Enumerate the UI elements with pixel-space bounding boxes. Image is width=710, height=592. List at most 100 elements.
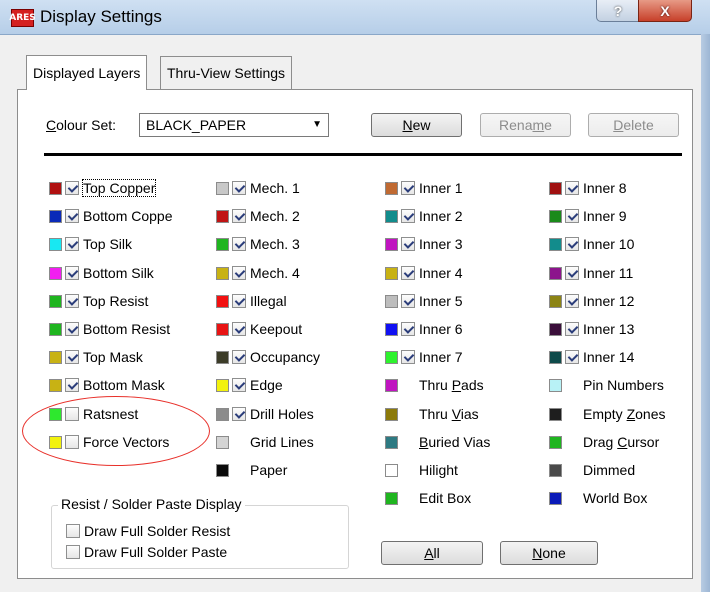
layer-visibility-checkbox[interactable] [232, 181, 246, 195]
tab-displayed-layers[interactable]: Displayed Layers [26, 55, 148, 90]
layer-row-mech-3[interactable]: Mech. 3 [216, 234, 300, 254]
colour-swatch[interactable] [385, 350, 398, 364]
colour-swatch[interactable] [385, 294, 398, 308]
layer-visibility-checkbox[interactable] [232, 378, 246, 392]
new-button[interactable]: New [371, 113, 462, 137]
colour-swatch[interactable] [216, 237, 229, 251]
layer-row-inner-9[interactable]: Inner 9 [549, 206, 627, 226]
layer-visibility-checkbox[interactable] [65, 266, 79, 280]
colour-swatch[interactable] [385, 209, 398, 223]
layer-row-inner-11[interactable]: Inner 11 [549, 263, 633, 283]
colour-swatch[interactable] [549, 378, 562, 392]
colour-swatch[interactable] [549, 491, 562, 505]
layer-row-inner-1[interactable]: Inner 1 [385, 178, 463, 198]
layer-row-world-box[interactable]: World Box [549, 488, 647, 508]
layer-visibility-checkbox[interactable] [401, 209, 415, 223]
layer-row-bottom-resist[interactable]: Bottom Resist [49, 319, 170, 339]
layer-row-drag-cursor[interactable]: Drag Cursor [549, 432, 659, 452]
layer-row-top-resist[interactable]: Top Resist [49, 291, 148, 311]
colour-swatch[interactable] [549, 322, 562, 336]
layer-row-inner-6[interactable]: Inner 6 [385, 319, 463, 339]
colour-swatch[interactable] [549, 237, 562, 251]
layer-visibility-checkbox[interactable] [401, 266, 415, 280]
colour-swatch[interactable] [216, 209, 229, 223]
layer-row-keepout[interactable]: Keepout [216, 319, 302, 339]
colour-swatch[interactable] [49, 294, 62, 308]
layer-visibility-checkbox[interactable] [65, 237, 79, 251]
layer-row-bottom-mask[interactable]: Bottom Mask [49, 375, 165, 395]
colour-swatch[interactable] [49, 237, 62, 251]
colour-swatch[interactable] [216, 435, 229, 449]
colour-swatch[interactable] [385, 266, 398, 280]
colour-swatch[interactable] [549, 435, 562, 449]
layer-row-occupancy[interactable]: Occupancy [216, 347, 320, 367]
layer-row-mech-2[interactable]: Mech. 2 [216, 206, 300, 226]
colour-swatch[interactable] [549, 181, 562, 195]
colour-swatch[interactable] [549, 407, 562, 421]
layer-row-empty-zones[interactable]: Empty Zones [549, 404, 666, 424]
layer-visibility-checkbox[interactable] [401, 322, 415, 336]
colour-swatch[interactable] [385, 237, 398, 251]
layer-row-pin-numbers[interactable]: Pin Numbers [549, 375, 664, 395]
layer-visibility-checkbox[interactable] [65, 322, 79, 336]
layer-row-inner-10[interactable]: Inner 10 [549, 234, 634, 254]
close-button[interactable]: X [638, 0, 692, 22]
colour-swatch[interactable] [216, 266, 229, 280]
layer-visibility-checkbox[interactable] [401, 294, 415, 308]
layer-row-inner-2[interactable]: Inner 2 [385, 206, 463, 226]
colour-swatch[interactable] [49, 378, 62, 392]
layer-visibility-checkbox[interactable] [565, 266, 579, 280]
layer-row-inner-8[interactable]: Inner 8 [549, 178, 627, 198]
title-bar[interactable]: ARES Display Settings ? X [0, 0, 710, 35]
colour-swatch[interactable] [216, 407, 229, 421]
layer-visibility-checkbox[interactable] [65, 209, 79, 223]
layer-visibility-checkbox[interactable] [401, 181, 415, 195]
layer-visibility-checkbox[interactable] [65, 181, 79, 195]
layer-visibility-checkbox[interactable] [65, 378, 79, 392]
draw-full-solder-paste-option[interactable]: Draw Full Solder Paste [66, 542, 227, 562]
colour-swatch[interactable] [385, 322, 398, 336]
layer-row-dimmed[interactable]: Dimmed [549, 460, 635, 480]
layer-visibility-checkbox[interactable] [232, 322, 246, 336]
colour-swatch[interactable] [49, 350, 62, 364]
layer-visibility-checkbox[interactable] [401, 237, 415, 251]
colour-swatch[interactable] [216, 294, 229, 308]
layer-row-inner-13[interactable]: Inner 13 [549, 319, 634, 339]
all-button[interactable]: All [381, 541, 483, 565]
layer-row-hilight[interactable]: Hilight [385, 460, 458, 480]
colour-swatch[interactable] [216, 181, 229, 195]
layer-visibility-checkbox[interactable] [565, 294, 579, 308]
layer-visibility-checkbox[interactable] [232, 209, 246, 223]
draw-full-solder-resist-checkbox[interactable] [66, 524, 80, 538]
delete-button[interactable]: Delete [588, 113, 679, 137]
layer-visibility-checkbox[interactable] [232, 294, 246, 308]
layer-row-thru-vias[interactable]: Thru Vias [385, 404, 479, 424]
layer-visibility-checkbox[interactable] [232, 407, 246, 421]
layer-visibility-checkbox[interactable] [565, 181, 579, 195]
layer-visibility-checkbox[interactable] [232, 266, 246, 280]
colour-swatch[interactable] [216, 378, 229, 392]
colour-swatch[interactable] [549, 209, 562, 223]
layer-row-bottom-silk[interactable]: Bottom Silk [49, 263, 154, 283]
layer-row-inner-12[interactable]: Inner 12 [549, 291, 634, 311]
colour-swatch[interactable] [216, 463, 229, 477]
layer-row-mech-1[interactable]: Mech. 1 [216, 178, 300, 198]
layer-row-drill-holes[interactable]: Drill Holes [216, 404, 314, 424]
layer-row-mech-4[interactable]: Mech. 4 [216, 263, 300, 283]
layer-visibility-checkbox[interactable] [232, 237, 246, 251]
layer-visibility-checkbox[interactable] [565, 350, 579, 364]
layer-row-inner-4[interactable]: Inner 4 [385, 263, 463, 283]
colour-swatch[interactable] [49, 209, 62, 223]
draw-full-solder-resist-option[interactable]: Draw Full Solder Resist [66, 521, 230, 541]
layer-row-edit-box[interactable]: Edit Box [385, 488, 471, 508]
colour-swatch[interactable] [549, 463, 562, 477]
rename-button[interactable]: Rena m e [480, 113, 571, 137]
colour-swatch[interactable] [385, 378, 398, 392]
layer-row-inner-5[interactable]: Inner 5 [385, 291, 463, 311]
layer-row-bottom-coppe[interactable]: Bottom Coppe [49, 206, 173, 226]
colour-swatch[interactable] [385, 491, 398, 505]
layer-row-top-mask[interactable]: Top Mask [49, 347, 143, 367]
colour-swatch[interactable] [385, 407, 398, 421]
colour-swatch[interactable] [49, 266, 62, 280]
layer-row-inner-7[interactable]: Inner 7 [385, 347, 463, 367]
